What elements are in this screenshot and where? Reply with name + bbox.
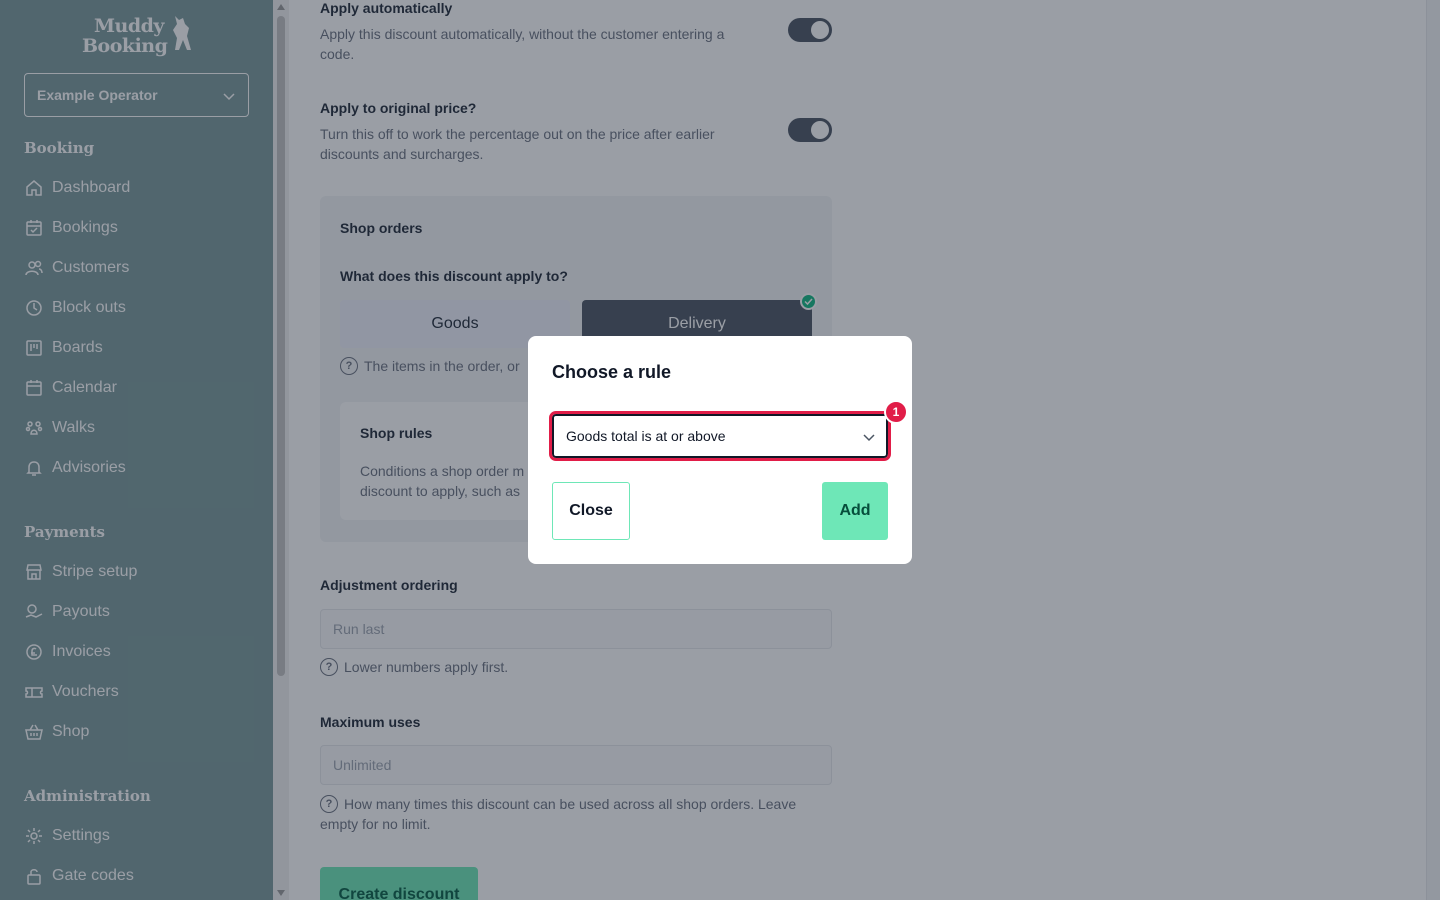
rule-select-value: Goods total is at or above (566, 428, 726, 444)
notification-badge: 1 (884, 400, 908, 424)
rule-select[interactable]: Goods total is at or above (549, 411, 891, 461)
add-button[interactable]: Add (822, 482, 888, 540)
close-button[interactable]: Close (552, 482, 630, 540)
dialog-title: Choose a rule (552, 362, 672, 382)
chevron-down-icon (863, 434, 875, 442)
choose-rule-dialog: Choose a rule Goods total is at or above… (528, 336, 912, 564)
